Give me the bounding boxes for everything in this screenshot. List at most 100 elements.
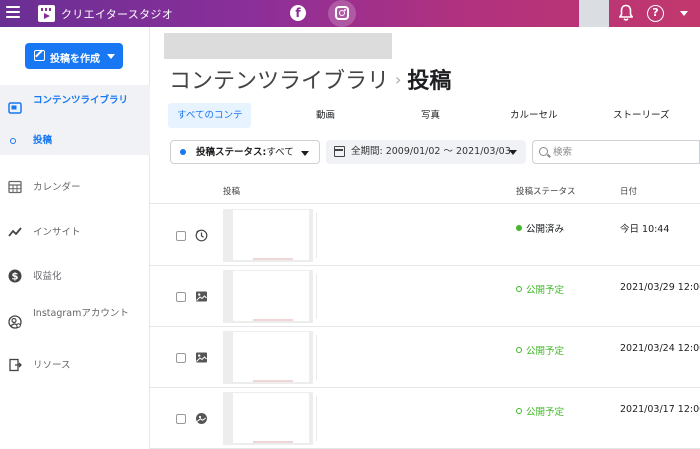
chevron-down-icon <box>509 150 517 155</box>
sidebar-item-label: リソース <box>33 360 71 371</box>
post-date: 2021/03/17 12:00 <box>620 404 700 415</box>
chevron-right-icon: › <box>395 70 402 89</box>
post-thumbnail[interactable] <box>223 392 313 445</box>
table-row[interactable]: 公開予定 2021/03/17 12:00 <box>150 388 700 449</box>
status-dot-icon <box>516 347 522 353</box>
post-status-filter-value: すべて <box>266 147 294 158</box>
chevron-down-icon <box>301 151 309 156</box>
row-checkbox[interactable] <box>176 353 186 363</box>
calendar-icon <box>334 146 345 157</box>
tab-stories[interactable]: ストーリーズ <box>613 103 670 128</box>
date-range-label: 全期間: 2009/01/02 ～ 2021/03/03 <box>351 146 511 157</box>
sidebar-item-calendar[interactable]: カレンダー <box>0 179 150 195</box>
status-text: 公開予定 <box>526 407 565 418</box>
status-dot-icon <box>180 149 186 155</box>
row-checkbox[interactable] <box>176 292 186 302</box>
app-title: クリエイタースタジオ <box>61 8 174 21</box>
sidebar-item-insights[interactable]: インサイト <box>0 224 150 240</box>
column-header-post[interactable]: 投稿 <box>223 185 240 197</box>
page-title: 投稿 <box>407 69 452 94</box>
post-date: 2021/03/29 12:00 <box>620 282 700 293</box>
sidebar-item-label: カレンダー <box>33 182 81 193</box>
post-date: 今日 10:44 <box>620 224 670 235</box>
divider <box>316 274 317 319</box>
status-badge: 公開済み <box>516 221 564 235</box>
search-box[interactable] <box>532 140 700 164</box>
top-bar: クリエイタースタジオ f ? <box>0 0 700 27</box>
status-badge: 公開予定 <box>516 282 564 296</box>
sidebar-item-monetization[interactable]: $ 収益化 <box>0 268 150 284</box>
table-row[interactable]: 公開済み 今日 10:44 <box>150 205 700 266</box>
search-icon <box>539 147 548 156</box>
status-text: 公開済み <box>526 224 565 235</box>
sidebar-item-instagram-account[interactable]: Instagramアカウント <box>0 308 150 336</box>
resources-icon <box>9 358 22 372</box>
dot-icon <box>10 138 16 144</box>
post-status-filter[interactable]: 投稿ステータス:すべて <box>170 140 320 164</box>
sidebar-item-label: インサイト <box>33 227 81 238</box>
tab-carousel[interactable]: カルーセル <box>510 103 558 128</box>
page-header-placeholder <box>164 33 392 59</box>
status-text: 公開予定 <box>526 346 565 357</box>
status-dot-icon <box>516 225 522 231</box>
post-thumbnail[interactable] <box>223 270 313 323</box>
sidebar: 投稿を作成 コンテンツライブラリ 投稿 カレンダー インサイト $ 収益化 In… <box>0 27 150 449</box>
image-circle-icon <box>196 413 207 424</box>
sidebar-item-label: 投稿 <box>33 135 53 146</box>
sidebar-item-label: 収益化 <box>33 271 62 282</box>
creator-studio-logo-icon <box>38 5 55 22</box>
main-content: コンテンツライブラリ › 投稿 すべてのコンテ 動画 写真 カルーセル ストーリーズ… <box>150 27 700 449</box>
bell-icon[interactable] <box>618 4 634 22</box>
chevron-down-icon[interactable] <box>680 11 688 16</box>
status-text: 公開予定 <box>526 285 565 296</box>
status-badge: 公開予定 <box>516 404 564 418</box>
tab-all-content[interactable]: すべてのコンテ <box>168 103 252 128</box>
svg-text:$: $ <box>12 272 19 283</box>
clock-icon <box>195 229 208 242</box>
post-thumbnail[interactable] <box>223 209 313 262</box>
insights-icon <box>8 227 22 237</box>
breadcrumb: コンテンツライブラリ › 投稿 <box>169 63 451 95</box>
edit-icon <box>34 50 45 61</box>
status-dot-icon <box>516 408 522 414</box>
post-thumbnail[interactable] <box>223 331 313 384</box>
calendar-icon <box>8 180 22 194</box>
column-header-date[interactable]: 日付 <box>620 185 637 197</box>
row-checkbox[interactable] <box>176 231 186 241</box>
chevron-down-icon <box>107 54 115 59</box>
dollar-icon: $ <box>8 269 22 283</box>
table-row[interactable]: 公開予定 2021/03/29 12:00 <box>150 266 700 327</box>
breadcrumb-parent[interactable]: コンテンツライブラリ <box>169 69 389 94</box>
post-status-filter-text: 投稿ステータス:すべて <box>196 141 294 165</box>
table-row[interactable]: 公開予定 2021/03/24 12:00 <box>150 327 700 388</box>
sidebar-item-content-library[interactable]: コンテンツライブラリ <box>0 95 150 121</box>
tab-photos[interactable]: 写真 <box>421 103 440 128</box>
help-icon[interactable]: ? <box>647 5 664 22</box>
account-settings-icon <box>8 315 22 329</box>
search-input[interactable] <box>553 144 693 161</box>
status-badge: 公開予定 <box>516 343 564 357</box>
status-dot-icon <box>516 286 522 292</box>
hamburger-menu-icon[interactable] <box>6 6 20 20</box>
post-date: 2021/03/24 12:00 <box>620 343 700 354</box>
instagram-tab[interactable] <box>328 0 356 27</box>
divider <box>316 213 317 258</box>
content-library-icon <box>8 102 22 114</box>
sidebar-item-posts[interactable]: 投稿 <box>0 134 150 148</box>
sidebar-item-label: コンテンツライブラリ <box>33 95 129 106</box>
content-type-tabs: すべてのコンテ 動画 写真 カルーセル ストーリーズ <box>168 103 700 128</box>
sidebar-item-label: Instagramアカウント <box>33 308 129 319</box>
row-checkbox[interactable] <box>176 414 186 424</box>
tab-videos[interactable]: 動画 <box>316 103 335 128</box>
create-post-label: 投稿を作成 <box>50 54 100 65</box>
date-range-filter[interactable]: 全期間: 2009/01/02 ～ 2021/03/03 <box>326 140 526 164</box>
posts-table-header: 投稿 投稿ステータス 日付 <box>150 179 700 204</box>
profile-avatar-placeholder[interactable] <box>579 0 609 27</box>
column-header-status[interactable]: 投稿ステータス <box>516 185 576 197</box>
create-post-button[interactable]: 投稿を作成 <box>25 43 123 69</box>
facebook-icon[interactable]: f <box>290 5 306 21</box>
divider <box>316 335 317 380</box>
photo-icon <box>196 352 207 363</box>
photo-icon <box>196 291 207 302</box>
sidebar-item-resources[interactable]: リソース <box>0 357 150 373</box>
